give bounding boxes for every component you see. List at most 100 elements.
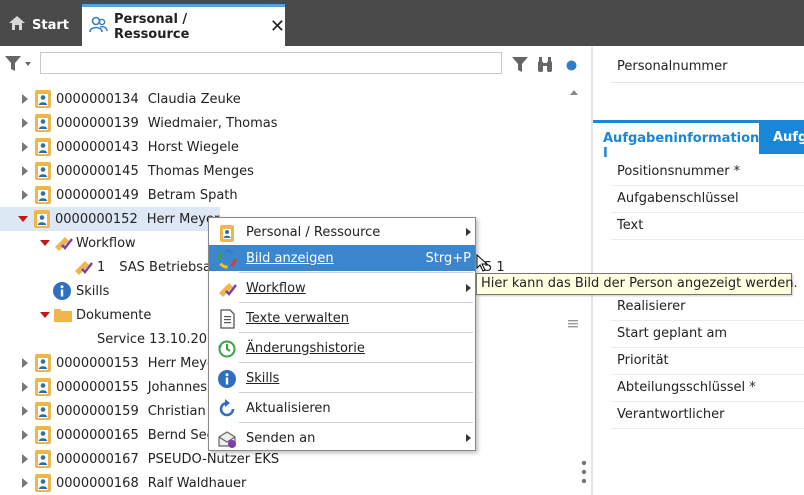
close-icon[interactable]: ✕ (270, 17, 285, 36)
tree-row-person[interactable]: 0000000155 Johannes (0, 375, 220, 399)
tab-start-label: Start (32, 17, 69, 33)
tab-aufgabeninformation[interactable]: Aufgabeninformation I (593, 120, 759, 161)
workflow-item-text: SAS Betriebsa (119, 259, 212, 275)
field-personalnummer: Personalnummer (617, 59, 728, 74)
person-card-icon (33, 353, 53, 373)
tree-row-person[interactable]: 0000000149 Betram Spath (0, 183, 238, 207)
collapse-caret-icon[interactable] (22, 454, 28, 464)
collapse-caret-icon[interactable] (22, 118, 28, 128)
send-mail-icon (217, 429, 237, 449)
person-id: 0000000134 (56, 91, 139, 107)
person-name: Johannes (147, 379, 207, 395)
collapse-caret-icon[interactable] (22, 166, 28, 176)
menu-item-bild-anzeigen[interactable]: Bild anzeigen Strg+P (209, 245, 475, 271)
details-panel: Personalnummer Aufgabeninformation I Auf… (593, 46, 804, 495)
tree-row-person[interactable]: 0000000153 Herr Meyer (0, 351, 220, 375)
filter-dropdown-icon[interactable] (4, 54, 34, 78)
menu-item-label: Workflow (246, 280, 306, 296)
collapse-caret-icon[interactable] (22, 478, 28, 488)
menu-item-personal-ressource[interactable]: Personal / Ressource (209, 219, 475, 245)
divider (611, 320, 804, 321)
status-dot-icon (566, 60, 577, 75)
person-name: Horst Wiegele (147, 139, 239, 155)
tree-row-person[interactable]: 0000000143 Horst Wiegele (0, 135, 239, 159)
binoculars-icon[interactable] (536, 56, 554, 78)
collapse-caret-icon[interactable] (22, 190, 28, 200)
menu-item-label: Texte verwalten (246, 310, 350, 326)
tree-row-skills[interactable]: Skills (0, 279, 109, 303)
tree-row-person[interactable]: 0000000145 Thomas Menges (0, 159, 254, 183)
menu-separator (239, 362, 473, 363)
expand-caret-icon[interactable] (40, 312, 50, 318)
tree-row-person[interactable]: 0000000134 Claudia Zeuke (0, 87, 241, 111)
drag-handle-icon[interactable] (568, 317, 578, 332)
detail-field-label: Aufgabenschlüssel (617, 191, 739, 206)
person-id: 0000000153 (56, 355, 139, 371)
person-id: 0000000152 (55, 211, 138, 227)
folder-icon (53, 306, 73, 324)
person-id: 0000000165 (56, 427, 139, 443)
tree-row-person[interactable]: 0000000167 PSEUDO-Nutzer EKS (0, 447, 279, 471)
tab-personal-ressource-label: Personal / Ressource (114, 11, 190, 42)
menu-item-workflow[interactable]: Workflow (209, 275, 475, 301)
person-card-icon (33, 449, 53, 469)
divider (611, 82, 804, 83)
menu-separator (239, 332, 473, 333)
divider (611, 212, 804, 213)
person-id: 0000000139 (56, 115, 139, 131)
collapse-caret-icon[interactable] (22, 406, 28, 416)
people-icon (88, 15, 108, 39)
person-card-icon (33, 161, 53, 181)
person-card-icon (217, 223, 237, 243)
tree-row-dokumente[interactable]: Dokumente (0, 303, 151, 327)
filter-icon[interactable] (511, 56, 529, 78)
menu-separator (239, 272, 473, 273)
filter-bar (0, 46, 592, 80)
filter-input[interactable] (40, 52, 502, 74)
menu-item-aktualisieren[interactable]: Aktualisieren (209, 395, 475, 421)
person-card-icon (32, 209, 52, 229)
collapse-caret-icon[interactable] (22, 94, 28, 104)
scroll-up-icon[interactable] (570, 84, 578, 99)
top-tab-bar: Start Personal / Ressource ✕ (0, 0, 804, 46)
person-card-icon (33, 377, 53, 397)
person-card-icon (33, 401, 53, 421)
submenu-arrow-icon (466, 284, 471, 292)
menu-item-senden-an[interactable]: Senden an (209, 425, 475, 451)
tab-next-label[interactable]: Aufg (773, 130, 804, 145)
expand-caret-icon[interactable] (40, 240, 50, 246)
person-card-icon (33, 113, 53, 133)
tab-start[interactable]: Start (0, 4, 76, 46)
expand-caret-icon[interactable] (18, 216, 28, 222)
menu-item-aenderungshistorie[interactable]: Änderungshistorie (209, 335, 475, 361)
collapse-caret-icon[interactable] (22, 382, 28, 392)
tree-row-person[interactable]: 0000000165 Bernd See (0, 423, 220, 447)
submenu-arrow-icon (466, 228, 471, 236)
workflow-icon (217, 279, 237, 299)
tree-row-person[interactable]: 0000000159 Christian C (0, 399, 220, 423)
person-id: 0000000168 (56, 475, 139, 491)
person-name: Thomas Menges (147, 163, 254, 179)
history-icon (217, 339, 237, 359)
detail-field-label: Verantwortlicher (617, 407, 725, 422)
tree-row-person[interactable]: 0000000168 Ralf Waldhauer (0, 471, 246, 495)
person-id: 0000000159 (56, 403, 139, 419)
divider (611, 401, 804, 402)
tree-row-person[interactable]: 0000000139 Wiedmaier, Thomas (0, 111, 278, 135)
tree-row-service[interactable]: Service 13.10.20 (97, 327, 207, 351)
menu-item-skills[interactable]: Skills (209, 365, 475, 391)
refresh-icon (217, 399, 237, 419)
splitter-grip-icon[interactable] (581, 460, 587, 488)
skills-label: Skills (76, 283, 110, 299)
collapse-caret-icon[interactable] (22, 358, 28, 368)
divider (611, 185, 804, 186)
tree-row-workflow[interactable]: Workflow (0, 231, 136, 255)
collapse-caret-icon[interactable] (22, 430, 28, 440)
tree-row-workflow-item[interactable]: 1 SAS Betriebsa (0, 255, 211, 279)
tab-personal-ressource[interactable]: Personal / Ressource ✕ (82, 4, 285, 46)
person-id: 0000000145 (56, 163, 139, 179)
menu-item-texte-verwalten[interactable]: Texte verwalten (209, 305, 475, 331)
tooltip: Hier kann das Bild der Person angezeigt … (476, 273, 798, 295)
collapse-caret-icon[interactable] (22, 142, 28, 152)
tree-row-person[interactable]: 0000000152 Herr Meyer (0, 207, 220, 231)
